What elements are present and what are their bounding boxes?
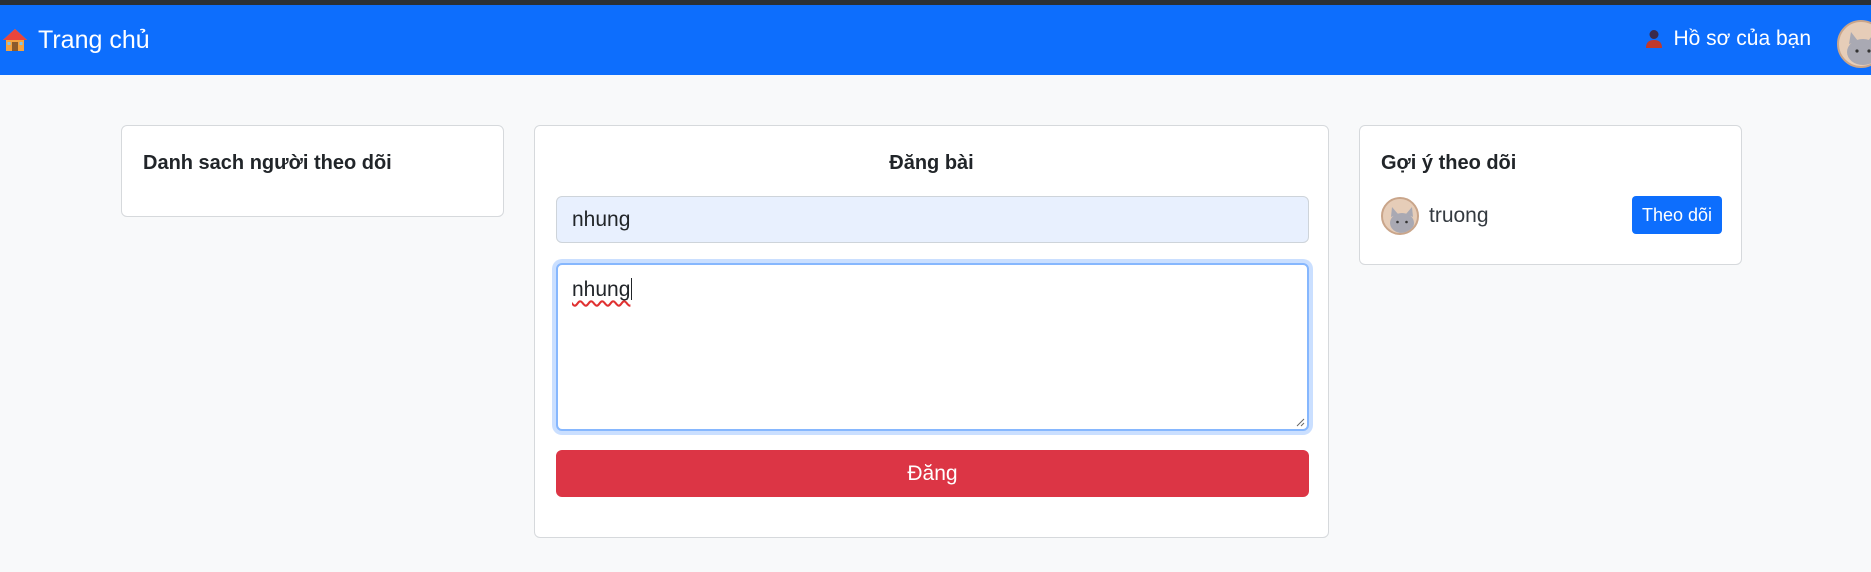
followers-card: Danh sach người theo dõi xyxy=(121,125,504,217)
profile-label: Hồ sơ của bạn xyxy=(1673,27,1811,50)
resize-handle-icon[interactable] xyxy=(1295,417,1305,427)
post-content-textarea[interactable]: nhung xyxy=(556,263,1309,431)
cat-avatar-icon xyxy=(1839,22,1871,66)
followers-card-title: Danh sach người theo dõi xyxy=(143,152,392,174)
suggestions-card-title: Gợi ý theo dõi xyxy=(1381,152,1517,174)
post-title-input[interactable]: nhung xyxy=(556,196,1309,243)
post-content-value: nhung xyxy=(572,278,631,301)
house-icon xyxy=(3,29,27,51)
avatar[interactable] xyxy=(1837,20,1871,68)
profile-link[interactable]: Hồ sơ của bạn xyxy=(1645,27,1811,51)
suggestions-card: Gợi ý theo dõi truong Theo dõi xyxy=(1359,125,1742,265)
brand-label: Trang chủ xyxy=(38,25,150,54)
top-navbar: Trang chủ Hồ sơ của bạn xyxy=(0,5,1871,75)
text-caret xyxy=(631,278,633,300)
user-icon xyxy=(1646,30,1663,48)
post-card-title: Đăng bài xyxy=(889,152,974,174)
suggestion-item: truong Theo dõi xyxy=(1381,196,1722,236)
suggestion-username: truong xyxy=(1429,204,1489,227)
avatar[interactable] xyxy=(1381,197,1419,235)
post-card: Đăng bài nhung nhung Đăng xyxy=(534,125,1329,538)
post-submit-button[interactable]: Đăng xyxy=(556,450,1309,497)
post-title-value: nhung xyxy=(572,207,631,231)
follow-button[interactable]: Theo dõi xyxy=(1632,196,1722,234)
cat-avatar-icon xyxy=(1383,199,1417,233)
home-link[interactable]: Trang chủ xyxy=(2,24,150,56)
